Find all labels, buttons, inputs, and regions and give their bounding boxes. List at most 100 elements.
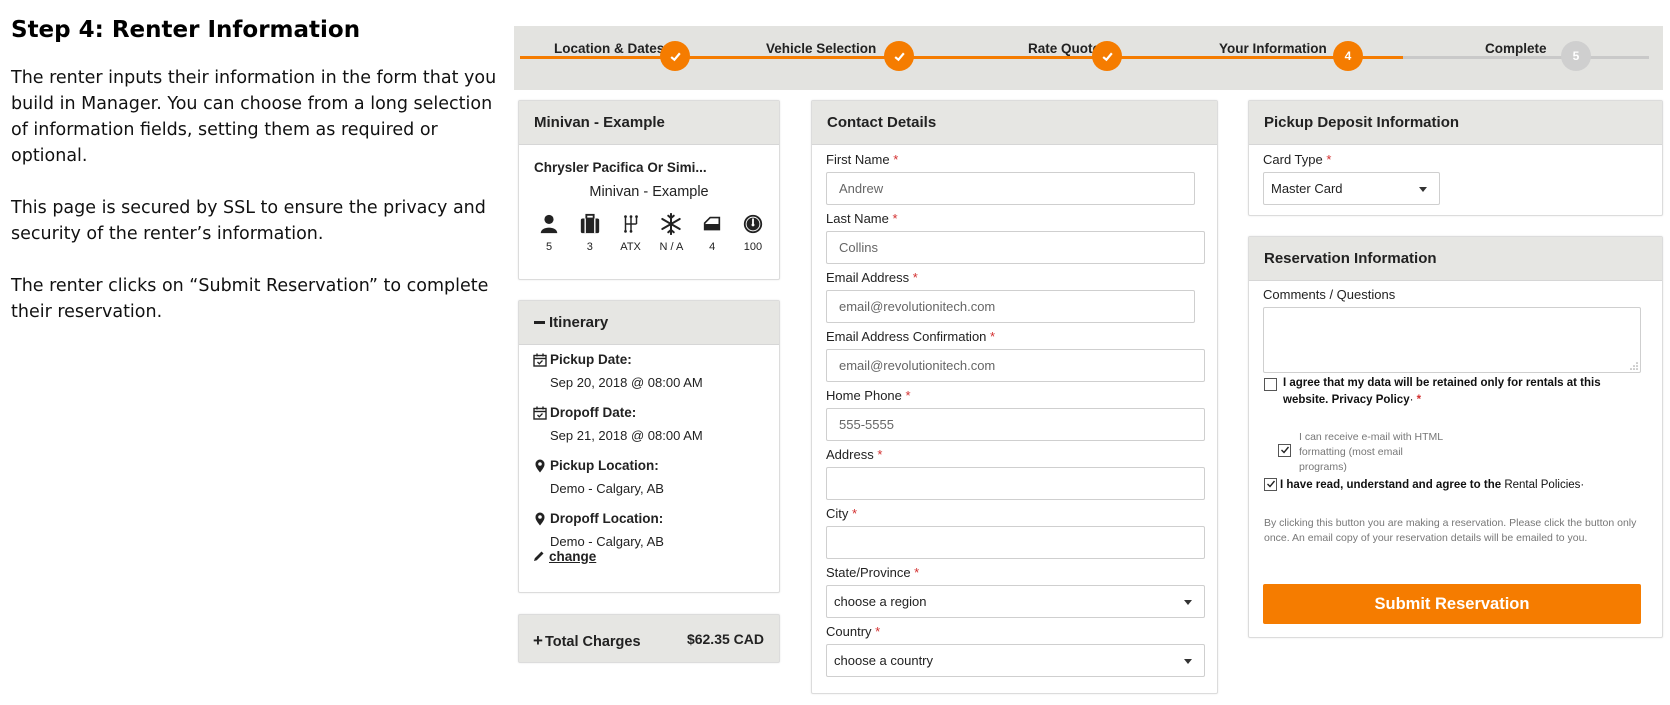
email-input[interactable]: email@revolutionitech.com <box>826 290 1195 323</box>
state-selected-value: choose a region <box>834 594 927 609</box>
email-confirm-input[interactable]: email@revolutionitech.com <box>826 349 1205 382</box>
spec-doors: 4 <box>692 213 732 253</box>
check-icon <box>660 41 690 71</box>
contact-details-panel: Contact Details First Name * Andrew Last… <box>811 100 1218 694</box>
email-label: Email Address * <box>826 270 918 285</box>
calendar-icon <box>533 406 547 420</box>
agree-data-text: I agree that my data will be retained on… <box>1283 377 1601 406</box>
vehicle-panel-title: Minivan - Example <box>519 101 779 145</box>
spec-passengers: 5 <box>529 213 569 253</box>
vehicle-class: Minivan - Example <box>589 184 709 200</box>
resize-grip-icon <box>1630 362 1638 370</box>
card-type-select[interactable]: Master Card <box>1263 172 1440 205</box>
city-label: City * <box>826 506 858 521</box>
address-label: Address * <box>826 447 883 462</box>
intro-paragraph-1: The renter inputs their information in t… <box>11 68 497 166</box>
mileage-icon <box>743 214 763 234</box>
itinerary-panel: Itinerary Pickup Date: Sep 20, 2018 @ 08… <box>518 300 780 593</box>
html-email-checkbox[interactable] <box>1278 444 1291 457</box>
reservation-info-panel: Reservation Information Comments / Quest… <box>1248 236 1663 638</box>
spec-value: 5 <box>545 241 553 253</box>
change-label: change <box>549 549 597 564</box>
pickup-location-label: Pickup Location: <box>550 458 659 473</box>
spec-value: 3 <box>586 241 593 253</box>
reservation-info-title: Reservation Information <box>1249 237 1662 281</box>
transmission-icon <box>623 215 638 233</box>
privacy-policy-link[interactable]: Privacy Policy <box>1332 394 1410 406</box>
submit-reservation-button[interactable]: Submit Reservation <box>1263 584 1641 624</box>
address-input[interactable] <box>826 467 1205 500</box>
plus-icon: + <box>533 631 543 650</box>
pickup-deposit-title: Pickup Deposit Information <box>1249 101 1662 145</box>
total-charges-amount: $62.35 CAD <box>686 631 764 647</box>
check-icon <box>884 41 914 71</box>
vehicle-model: Chrysler Pacifica Or Simi... <box>534 160 707 175</box>
passenger-icon <box>540 214 558 234</box>
pickup-date-value: Sep 20, 2018 @ 08:00 AM <box>550 375 703 390</box>
vehicle-specs: 5 3 ATX N / A 4 100 <box>529 213 773 253</box>
pencil-icon <box>534 551 544 561</box>
spec-value: 4 <box>709 241 716 253</box>
air-conditioning-icon <box>661 213 682 235</box>
agree-data-checkbox[interactable] <box>1264 378 1277 391</box>
email-confirm-label: Email Address Confirmation * <box>826 329 996 344</box>
dropoff-location-value: Demo - Calgary, AB <box>550 534 664 549</box>
state-select[interactable]: choose a region <box>826 585 1205 618</box>
country-selected-value: choose a country <box>834 653 934 668</box>
step-number-badge: 4 <box>1333 41 1363 71</box>
home-phone-input[interactable]: 555-5555 <box>826 408 1205 441</box>
spec-air-conditioning: N / A <box>651 213 691 253</box>
last-name-input[interactable]: Collins <box>826 231 1205 264</box>
spec-value: N / A <box>659 241 684 253</box>
total-charges-panel[interactable]: + Total Charges $62.35 CAD <box>518 614 780 663</box>
rental-policies-link[interactable]: Rental Policies <box>1504 479 1580 491</box>
intro-paragraph-3: The renter clicks on “Submit Reservation… <box>11 276 489 322</box>
calendar-icon <box>533 353 547 367</box>
spec-luggage: 3 <box>570 213 610 253</box>
spec-value: ATX <box>620 241 641 253</box>
page-title: Step 4: Renter Information <box>11 17 361 43</box>
total-charges-label: Total Charges <box>544 634 641 650</box>
comments-textarea[interactable] <box>1263 307 1641 373</box>
state-label: State/Province * <box>826 565 920 580</box>
itinerary-title: Itinerary <box>549 314 609 331</box>
dropoff-location-label: Dropoff Location: <box>550 511 664 526</box>
door-icon <box>704 216 721 231</box>
spec-mileage: 100 <box>733 213 773 253</box>
chevron-down-icon <box>1419 187 1427 192</box>
checkmark-icon <box>1267 480 1276 488</box>
dropoff-date-label: Dropoff Date: <box>550 405 637 420</box>
luggage-icon <box>580 213 599 234</box>
reservation-disclaimer: By clicking this button you are making a… <box>1264 517 1637 544</box>
checkmark-icon <box>1281 446 1290 454</box>
step-label: Your Information <box>1219 41 1327 56</box>
map-pin-icon <box>535 459 545 473</box>
html-email-text: I can receive e-mail with HTML formattin… <box>1299 431 1443 473</box>
intro-section: Step 4: Renter Information The renter in… <box>11 17 511 351</box>
step-label: Location & Dates <box>554 41 665 56</box>
check-icon <box>1092 41 1122 71</box>
home-phone-label: Home Phone * <box>826 388 911 403</box>
dropoff-date-value: Sep 21, 2018 @ 08:00 AM <box>550 428 703 443</box>
change-itinerary-link[interactable]: change <box>533 549 596 564</box>
step-label: Rate Quote <box>1028 41 1101 56</box>
total-charges-header: + Total Charges <box>533 631 641 651</box>
card-type-selected-value: Master Card <box>1271 181 1343 196</box>
first-name-input[interactable]: Andrew <box>826 172 1195 205</box>
agree-policies-checkbox[interactable] <box>1264 478 1277 491</box>
progress-fill <box>520 56 1403 59</box>
chevron-down-icon <box>1184 659 1192 664</box>
step-number-badge: 5 <box>1561 41 1591 71</box>
card-type-label: Card Type * <box>1263 152 1332 167</box>
intro-paragraph-2: This page is secured by SSL to ensure th… <box>11 198 486 244</box>
itinerary-header[interactable]: Itinerary <box>519 301 779 345</box>
map-pin-icon <box>535 512 545 526</box>
vehicle-panel: Minivan - Example Chrysler Pacifica Or S… <box>518 100 780 280</box>
pickup-deposit-panel: Pickup Deposit Information Card Type * M… <box>1248 100 1663 216</box>
spec-value: 100 <box>743 241 763 253</box>
step-label: Complete <box>1485 41 1547 56</box>
pickup-location-value: Demo - Calgary, AB <box>550 481 664 496</box>
city-input[interactable] <box>826 526 1205 559</box>
first-name-label: First Name * <box>826 152 899 167</box>
country-select[interactable]: choose a country <box>826 644 1205 677</box>
